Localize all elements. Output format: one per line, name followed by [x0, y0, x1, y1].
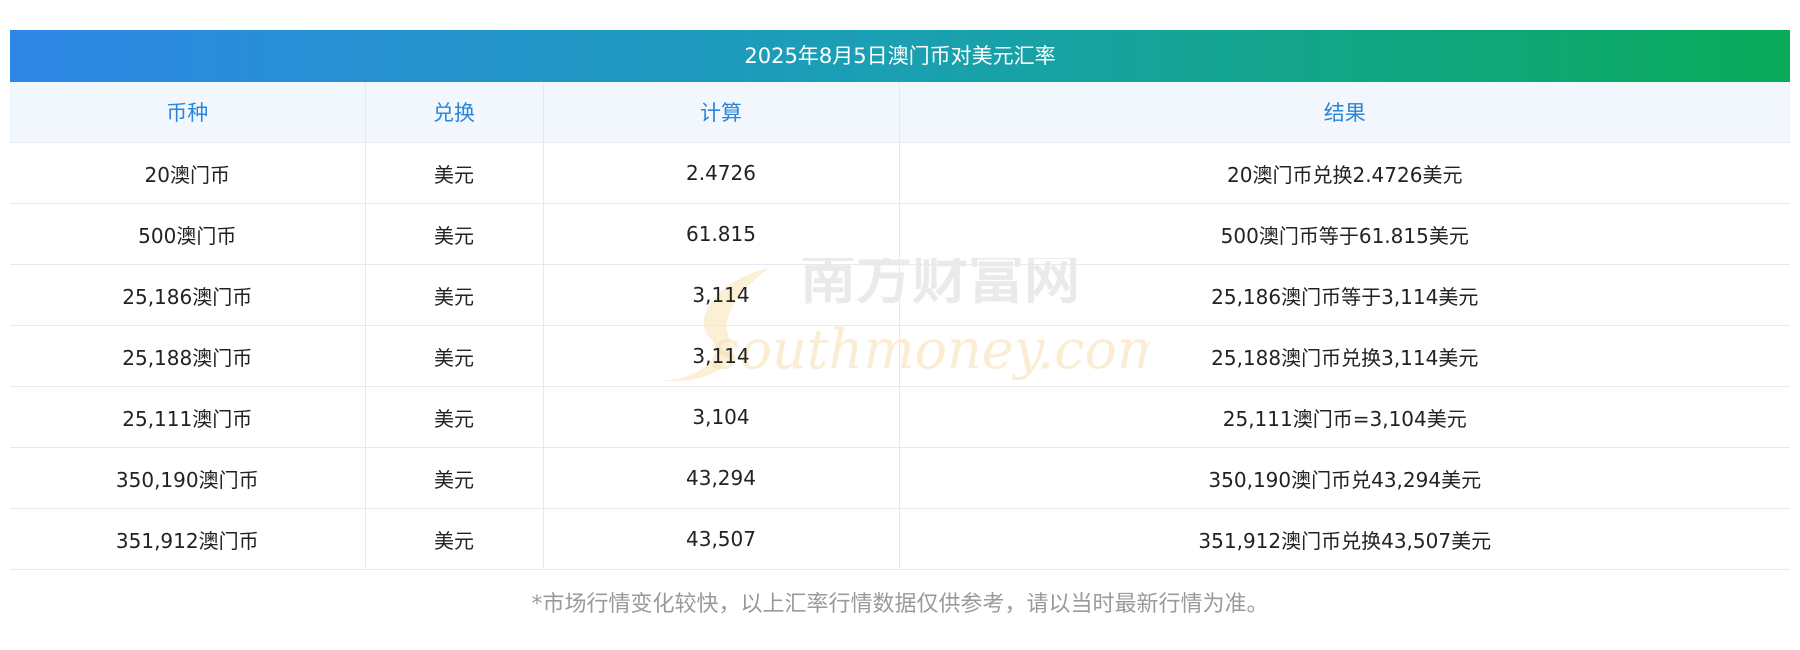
table-row: 25,111澳门币 美元 3,104 25,111澳门币=3,104美元 — [10, 386, 1790, 448]
cell-calc: 2.4726 — [542, 142, 899, 204]
cell-result: 350,190澳门币兑43,294美元 — [898, 447, 1790, 509]
cell-target: 美元 — [364, 508, 543, 570]
cell-currency: 20澳门币 — [10, 142, 365, 204]
cell-target: 美元 — [364, 142, 543, 204]
cell-target: 美元 — [364, 264, 543, 326]
cell-result: 500澳门币等于61.815美元 — [898, 203, 1790, 265]
table-row: 20澳门币 美元 2.4726 20澳门币兑换2.4726美元 — [10, 142, 1790, 204]
cell-currency: 500澳门币 — [10, 203, 365, 265]
header-result: 结果 — [898, 82, 1790, 143]
cell-currency: 25,188澳门币 — [10, 325, 365, 387]
cell-target: 美元 — [364, 203, 543, 265]
cell-currency: 25,186澳门币 — [10, 264, 365, 326]
cell-calc: 3,114 — [542, 264, 899, 326]
cell-calc: 43,294 — [542, 447, 899, 509]
cell-calc: 3,114 — [542, 325, 899, 387]
table-row: 350,190澳门币 美元 43,294 350,190澳门币兑43,294美元 — [10, 447, 1790, 509]
header-exchange: 兑换 — [364, 82, 543, 143]
exchange-rate-table: 币种 兑换 计算 结果 20澳门币 美元 2.4726 20澳门币兑换2.472… — [10, 82, 1790, 570]
cell-target: 美元 — [364, 325, 543, 387]
cell-result: 25,111澳门币=3,104美元 — [898, 386, 1790, 448]
cell-calc: 61.815 — [542, 203, 899, 265]
cell-target: 美元 — [364, 386, 543, 448]
cell-result: 351,912澳门币兑换43,507美元 — [898, 508, 1790, 570]
cell-result: 25,186澳门币等于3,114美元 — [898, 264, 1790, 326]
cell-calc: 3,104 — [542, 386, 899, 448]
cell-target: 美元 — [364, 447, 543, 509]
header-calculation: 计算 — [542, 82, 899, 143]
table-title: 2025年8月5日澳门币对美元汇率 — [10, 30, 1790, 82]
header-currency: 币种 — [10, 82, 365, 143]
table-row: 500澳门币 美元 61.815 500澳门币等于61.815美元 — [10, 203, 1790, 265]
table-header-row: 币种 兑换 计算 结果 — [10, 82, 1790, 143]
table-row: 25,188澳门币 美元 3,114 25,188澳门币兑换3,114美元 — [10, 325, 1790, 387]
cell-currency: 351,912澳门币 — [10, 508, 365, 570]
table-row: 351,912澳门币 美元 43,507 351,912澳门币兑换43,507美… — [10, 508, 1790, 570]
disclaimer-note: *市场行情变化较快，以上汇率行情数据仅供参考，请以当时最新行情为准。 — [531, 592, 1269, 617]
cell-currency: 350,190澳门币 — [10, 447, 365, 509]
rate-table-container: 2025年8月5日澳门币对美元汇率 币种 兑换 计算 结果 20澳门币 美元 2… — [10, 30, 1790, 570]
cell-calc: 43,507 — [542, 508, 899, 570]
cell-currency: 25,111澳门币 — [10, 386, 365, 448]
table-row: 25,186澳门币 美元 3,114 25,186澳门币等于3,114美元 — [10, 264, 1790, 326]
cell-result: 20澳门币兑换2.4726美元 — [898, 142, 1790, 204]
cell-result: 25,188澳门币兑换3,114美元 — [898, 325, 1790, 387]
